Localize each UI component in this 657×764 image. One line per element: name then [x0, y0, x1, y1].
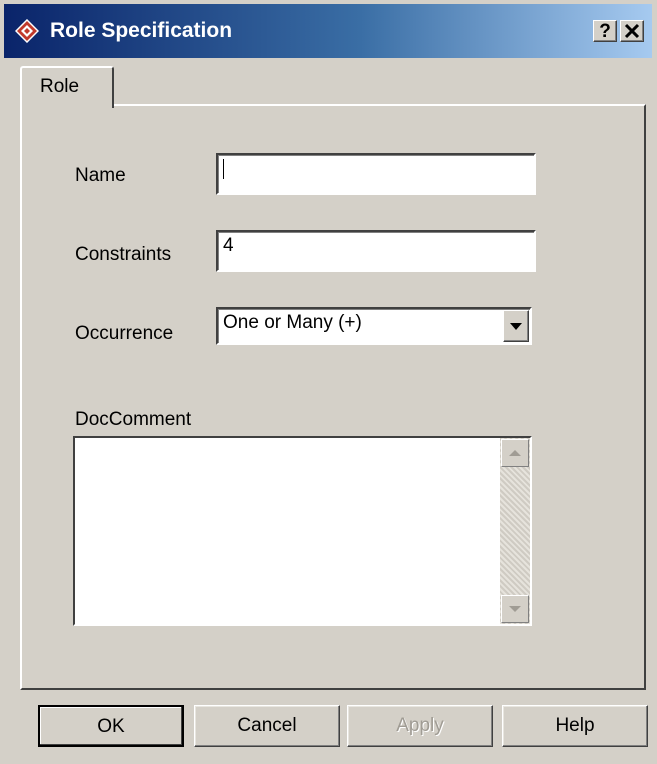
text-caret	[223, 158, 224, 179]
close-icon	[624, 23, 640, 39]
constraints-value: 4	[223, 235, 234, 256]
chevron-down-icon	[510, 323, 522, 330]
window-title: Role Specification	[50, 19, 233, 42]
app-icon	[15, 19, 39, 43]
occurrence-label: Occurrence	[75, 323, 174, 344]
tab-role[interactable]: Role	[20, 66, 114, 108]
role-specification-dialog: Role Specification ? Role Name Constrain…	[0, 0, 657, 764]
scroll-down-button[interactable]	[501, 595, 529, 623]
doccomment-scrollbar[interactable]	[500, 438, 530, 624]
title-bar[interactable]: Role Specification ?	[4, 4, 652, 58]
arrow-down-icon	[509, 606, 521, 612]
occurrence-select[interactable]: One or Many (+)	[216, 307, 532, 345]
occurrence-value: One or Many (+)	[223, 312, 362, 333]
constraints-input[interactable]: 4	[216, 230, 536, 272]
doccomment-textarea[interactable]	[73, 436, 532, 626]
help-title-button[interactable]: ?	[593, 20, 617, 42]
tab-role-label: Role	[40, 76, 80, 97]
constraints-label: Constraints	[75, 244, 172, 265]
cancel-button[interactable]: Cancel	[194, 705, 340, 747]
doccomment-label: DocComment	[75, 409, 192, 430]
ok-button[interactable]: OK	[38, 705, 184, 747]
occurrence-dropdown-button[interactable]	[503, 310, 529, 342]
name-input[interactable]	[216, 153, 536, 195]
close-button[interactable]	[620, 20, 644, 42]
name-label: Name	[75, 165, 126, 186]
apply-button[interactable]: Apply	[347, 705, 493, 747]
scroll-up-button[interactable]	[501, 439, 529, 467]
help-button[interactable]: Help	[502, 705, 648, 747]
arrow-up-icon	[509, 450, 521, 456]
